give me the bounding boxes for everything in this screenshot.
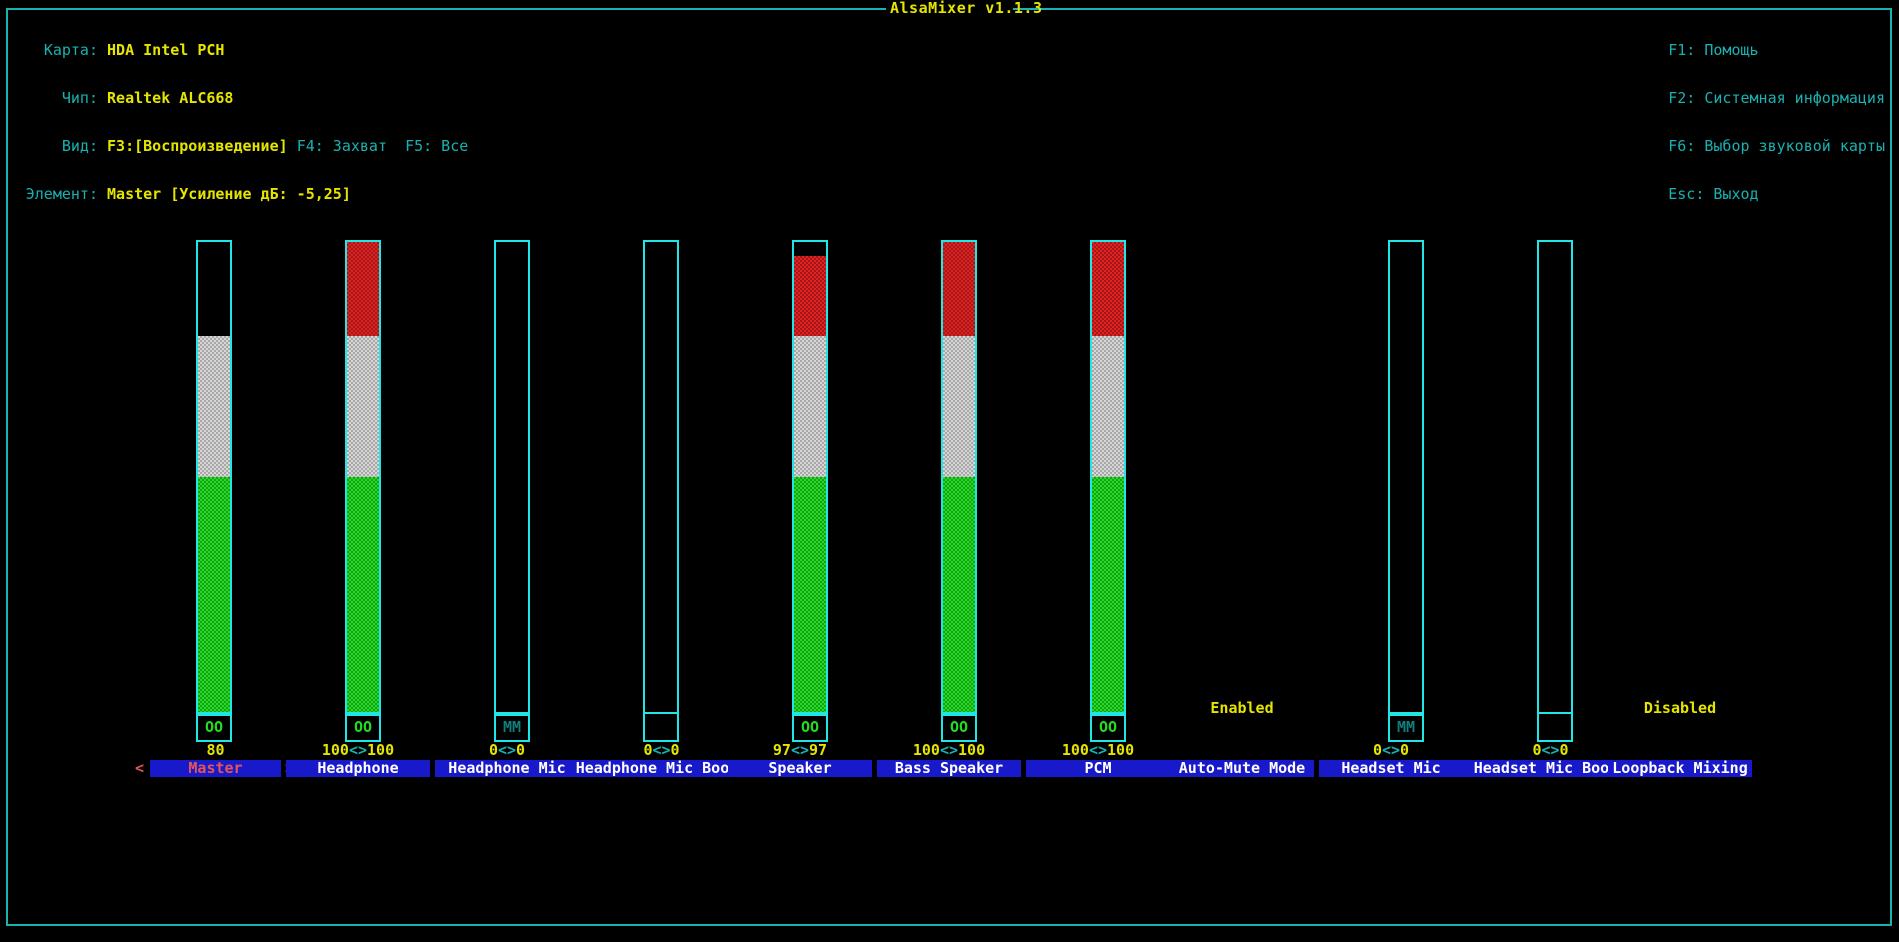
volume-segment-white: [943, 336, 975, 477]
volume-segment-red: [347, 242, 379, 336]
volume-value: 0<>0: [488, 741, 526, 759]
channel-name-master[interactable]: Master: [150, 760, 281, 777]
bar-foot: [643, 714, 679, 742]
mute-indicator-active[interactable]: OO: [792, 714, 828, 742]
volume-bar-fill: [943, 242, 975, 712]
mixer-strips: OO80Master<>OO100<>100HeadphoneMM0<>0Hea…: [0, 0, 1899, 942]
volume-bar-fill: [198, 336, 230, 712]
channel-name-auto-mute-mode[interactable]: Auto-Mute Mode: [1170, 760, 1314, 777]
volume-segment-white: [198, 336, 230, 477]
channel-name-pcm[interactable]: PCM: [1026, 760, 1170, 777]
channel-name-loopback-mixing[interactable]: Loopback Mixing: [1608, 760, 1752, 777]
volume-bar[interactable]: [792, 240, 828, 714]
volume-bar[interactable]: [196, 240, 232, 714]
mute-indicator-active[interactable]: OO: [345, 714, 381, 742]
mute-indicator-active[interactable]: OO: [196, 714, 232, 742]
volume-bar[interactable]: [1388, 240, 1424, 714]
volume-segment-white: [794, 336, 826, 477]
channel-name-speaker[interactable]: Speaker: [728, 760, 872, 777]
stereo-link-icon: <>: [790, 741, 810, 759]
mute-indicator-muted[interactable]: MM: [494, 714, 530, 742]
bar-foot: [1537, 714, 1573, 742]
prev-channel-arrow[interactable]: <: [135, 760, 144, 777]
volume-value: 100<>100: [321, 741, 395, 759]
volume-value: 0<>0: [1532, 741, 1569, 759]
volume-value: 97<>97: [772, 741, 828, 759]
stereo-link-icon: <>: [348, 741, 368, 759]
volume-bar[interactable]: [494, 240, 530, 714]
volume-value: 0<>0: [1372, 741, 1410, 759]
volume-segment-green: [794, 477, 826, 712]
volume-segment-white: [1092, 336, 1124, 477]
stereo-link-icon: <>: [1541, 741, 1560, 759]
volume-value: 80: [206, 741, 225, 759]
stereo-link-icon: <>: [939, 741, 959, 759]
volume-segment-white: [347, 336, 379, 477]
volume-segment-red: [1092, 242, 1124, 336]
volume-segment-green: [347, 477, 379, 712]
volume-value: 100<>100: [1061, 741, 1135, 759]
volume-value: 0<>0: [643, 741, 680, 759]
volume-bar[interactable]: [1537, 240, 1573, 714]
mute-indicator-active[interactable]: OO: [1090, 714, 1126, 742]
mute-indicator-active[interactable]: OO: [941, 714, 977, 742]
volume-bar-fill: [347, 242, 379, 712]
stereo-link-icon: <>: [497, 741, 517, 759]
volume-segment-red: [794, 256, 826, 336]
volume-segment-green: [1092, 477, 1124, 712]
stereo-link-icon: <>: [1088, 741, 1108, 759]
volume-bar-fill: [1092, 242, 1124, 712]
stereo-link-icon: <>: [652, 741, 671, 759]
channel-name-bass-speaker[interactable]: Bass Speaker: [877, 760, 1021, 777]
channel-name-headset-mic[interactable]: Headset Mic: [1319, 760, 1463, 777]
volume-bar[interactable]: [941, 240, 977, 714]
volume-value: 100<>100: [912, 741, 986, 759]
mute-indicator-muted[interactable]: MM: [1388, 714, 1424, 742]
volume-bar[interactable]: [1090, 240, 1126, 714]
volume-segment-green: [943, 477, 975, 712]
channel-name-headphone-mic-boost[interactable]: Headphone Mic Boost: [574, 760, 749, 777]
stereo-link-icon: <>: [1381, 741, 1401, 759]
enum-value[interactable]: Enabled: [1170, 700, 1314, 716]
volume-segment-red: [943, 242, 975, 336]
channel-name-headphone[interactable]: Headphone: [286, 760, 430, 777]
volume-bar-fill: [794, 256, 826, 712]
volume-bar[interactable]: [643, 240, 679, 714]
volume-segment-green: [198, 477, 230, 712]
channel-name-headphone-mic[interactable]: Headphone Mic: [435, 760, 579, 777]
volume-bar[interactable]: [345, 240, 381, 714]
enum-value[interactable]: Disabled: [1608, 700, 1752, 716]
